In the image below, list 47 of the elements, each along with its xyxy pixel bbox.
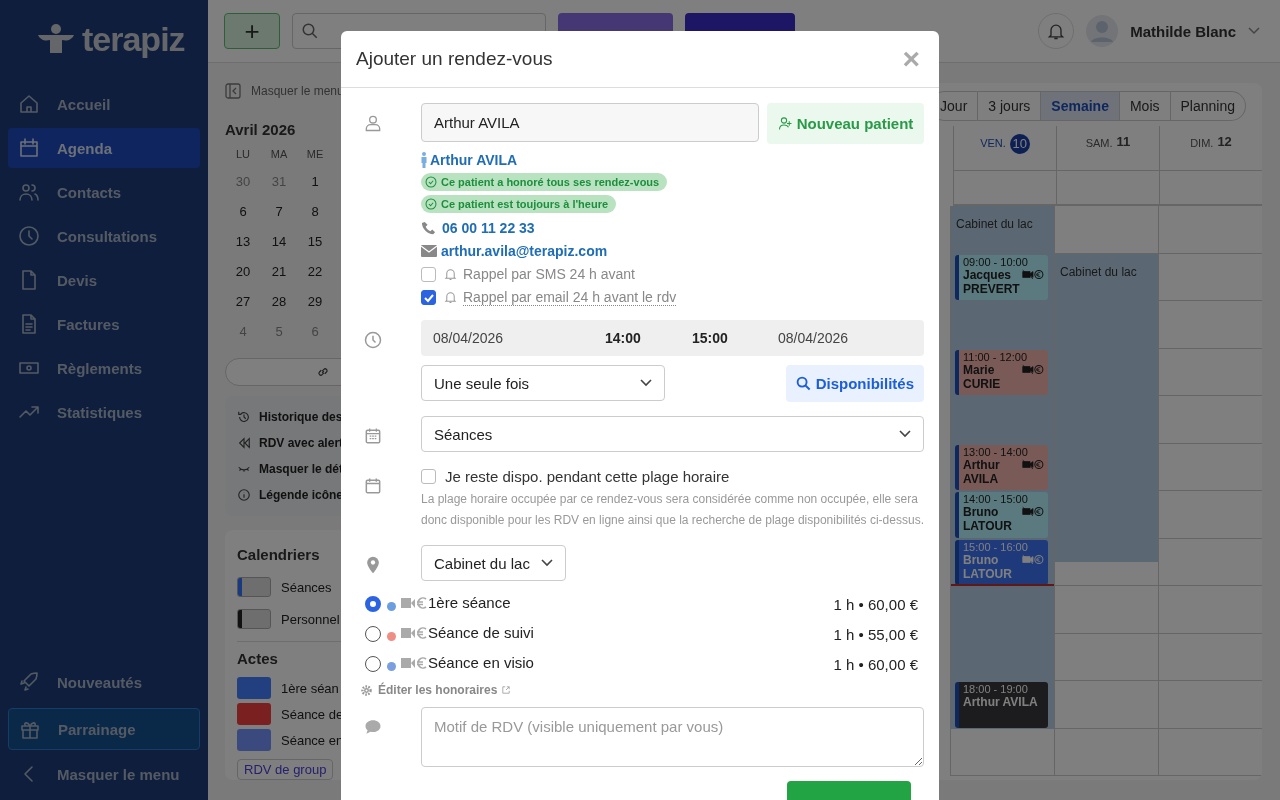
act-price: 1 h • 55,00 € [833,625,918,643]
appointment-name: Bruno LATOUR [963,552,1013,581]
appointment-time: 09:00 - 10:00 [963,255,1029,268]
appointment-time: 11:00 - 12:00 [963,350,1028,363]
day-header: DIM. [1190,136,1214,149]
day-header: SAM. [1085,136,1113,149]
appointment-time: 13:00 - 14:00 [963,445,1029,458]
weekday-label: MA [269,148,289,162]
logo-text: terapiz [82,19,185,59]
end-time: 15:00 [692,330,729,346]
reminder-label: Rappel par email 24 h avant le rdv [463,289,677,306]
start-date: 08/04/2026 [433,330,505,346]
checkbox-label: Je reste dispo. pendant cette plage horaire [445,468,730,485]
appointment-name: Jacques PREVERT [963,267,1020,296]
availability-label: Cabinet du lac [1060,264,1137,279]
appointment-time: 15:00 - 16:00 [963,540,1029,553]
end-date: 08/04/2026 [778,330,850,346]
appointment-time: 14:00 - 15:00 [963,493,1029,505]
appointment-name: Bruno LATOUR [963,505,1013,533]
act-label: 1ère séan [281,680,339,696]
calendar-label: Personnel [281,611,340,627]
weekday-label: ME [305,148,325,162]
reminder-label: Rappel par SMS 24 h avant [463,266,635,282]
day-number: 10 [1009,134,1030,154]
act-price: 1 h • 60,00 € [833,655,918,673]
section-title: Actes [237,650,278,667]
dialog-title: Ajouter un rendez-vous [356,48,553,70]
availability-label: Cabinet du lac [956,217,1033,231]
appointment-name: Marie CURIE [963,362,1002,391]
act-price: 1 h • 60,00 € [833,595,918,613]
act-label: Séance en visio [428,654,534,671]
weekday-label: LU [234,148,252,162]
act-label: Séance de suivi [428,624,534,641]
day-number: 11 [1116,134,1131,149]
appointment-name: Arthur AVILA [963,457,1001,486]
act-label: 1ère séance [428,594,511,611]
start-time: 14:00 [605,330,642,346]
calendar-label: Séances [281,579,332,595]
status-badge: Ce patient est toujours à l'heure [421,195,617,213]
section-title: Calendriers [237,546,320,563]
day-number: 12 [1217,134,1232,149]
status-badge: Ce patient a honoré tous ses rendez-vous [421,173,668,191]
day-header: VEN. [980,136,1006,149]
appointment-time: 18:00 - 19:00 [963,683,1029,695]
appointment-name: Arthur AVILA [963,695,1038,709]
help-text: La plage horaire occupée par ce rendez-vous sera considérée comme non occupée, elle sera donc disponible pour les RDV en ligne ainsi que la recherche de plage disponibilités ci-dessus. [421,491,925,529]
month-title: Avril 2026 [225,121,296,138]
